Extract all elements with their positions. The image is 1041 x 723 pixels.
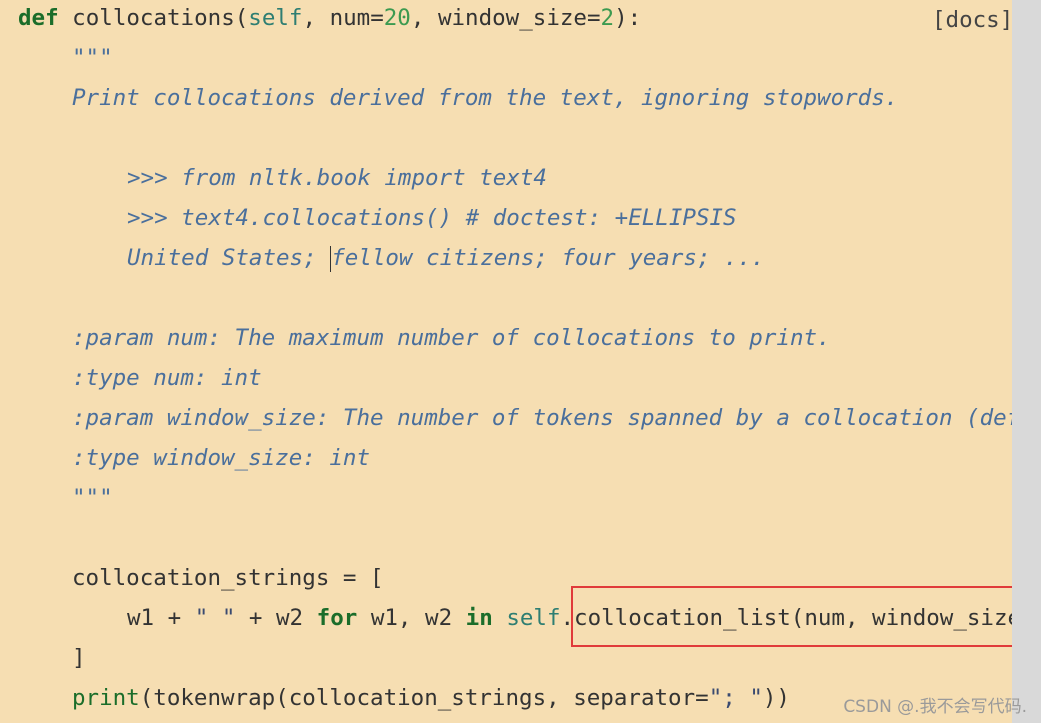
separator-string: "; " (708, 685, 763, 711)
doctest-output-a: United States; (127, 245, 331, 271)
builtin-print: print (72, 685, 140, 711)
self-ref: self (506, 605, 561, 631)
window-size-default: 2 (600, 5, 615, 31)
comp-part-d (493, 605, 507, 631)
def-end: ): (614, 5, 642, 31)
doctest-line-2: >>> text4.collocations() # doctest: +ELL… (127, 205, 737, 231)
comp-part-a: w1 + (127, 605, 195, 631)
num-default: 20 (383, 5, 411, 31)
code-viewer: def collocations(self, num=20, window_si… (0, 0, 1012, 723)
param-window-size: , window_size= (410, 5, 601, 31)
code-line-print: print(tokenwrap(collocation_strings, sep… (72, 678, 790, 718)
comp-part-b: + w2 (235, 605, 317, 631)
docstring-param-window: :param window_size: The number of tokens… (72, 405, 1012, 431)
docstring-close: """ (72, 485, 113, 511)
docstring-param-num: :param num: The maximum number of colloc… (72, 325, 831, 351)
docstring-type-num: :type num: int (72, 365, 262, 391)
function-name: collocations( (58, 5, 249, 31)
code-line-assign: collocation_strings = [ (72, 565, 384, 591)
vertical-scrollbar[interactable] (1012, 0, 1041, 723)
code-line-def: def collocations(self, num=20, window_si… (18, 0, 641, 38)
print-args-a: (tokenwrap(collocation_strings, separato… (139, 685, 709, 711)
print-args-b: )) (762, 685, 790, 711)
docstring-open: """ (72, 45, 113, 71)
doctest-output-b: fellow citizens; four years; ... (331, 245, 765, 271)
string-space: " " (194, 605, 236, 631)
annotation-highlight-box (571, 586, 1012, 647)
watermark: CSDN @.我不会写代码. (843, 697, 1027, 717)
param-num: , num= (302, 5, 384, 31)
param-self: self (248, 5, 303, 31)
keyword-in: in (465, 605, 493, 631)
keyword-for: for (316, 605, 358, 631)
code-line-close-bracket: ] (72, 645, 86, 671)
comp-part-c: w1, w2 (357, 605, 466, 631)
docstring-type-window: :type window_size: int (72, 445, 371, 471)
doctest-line-3: United States; fellow citizens; four yea… (127, 238, 765, 278)
doctest-line-1: >>> from nltk.book import text4 (127, 165, 547, 191)
docstring-summary: Print collocations derived from the text… (72, 85, 899, 111)
keyword-def: def (18, 5, 59, 31)
docs-link[interactable]: [docs] (932, 0, 1012, 40)
